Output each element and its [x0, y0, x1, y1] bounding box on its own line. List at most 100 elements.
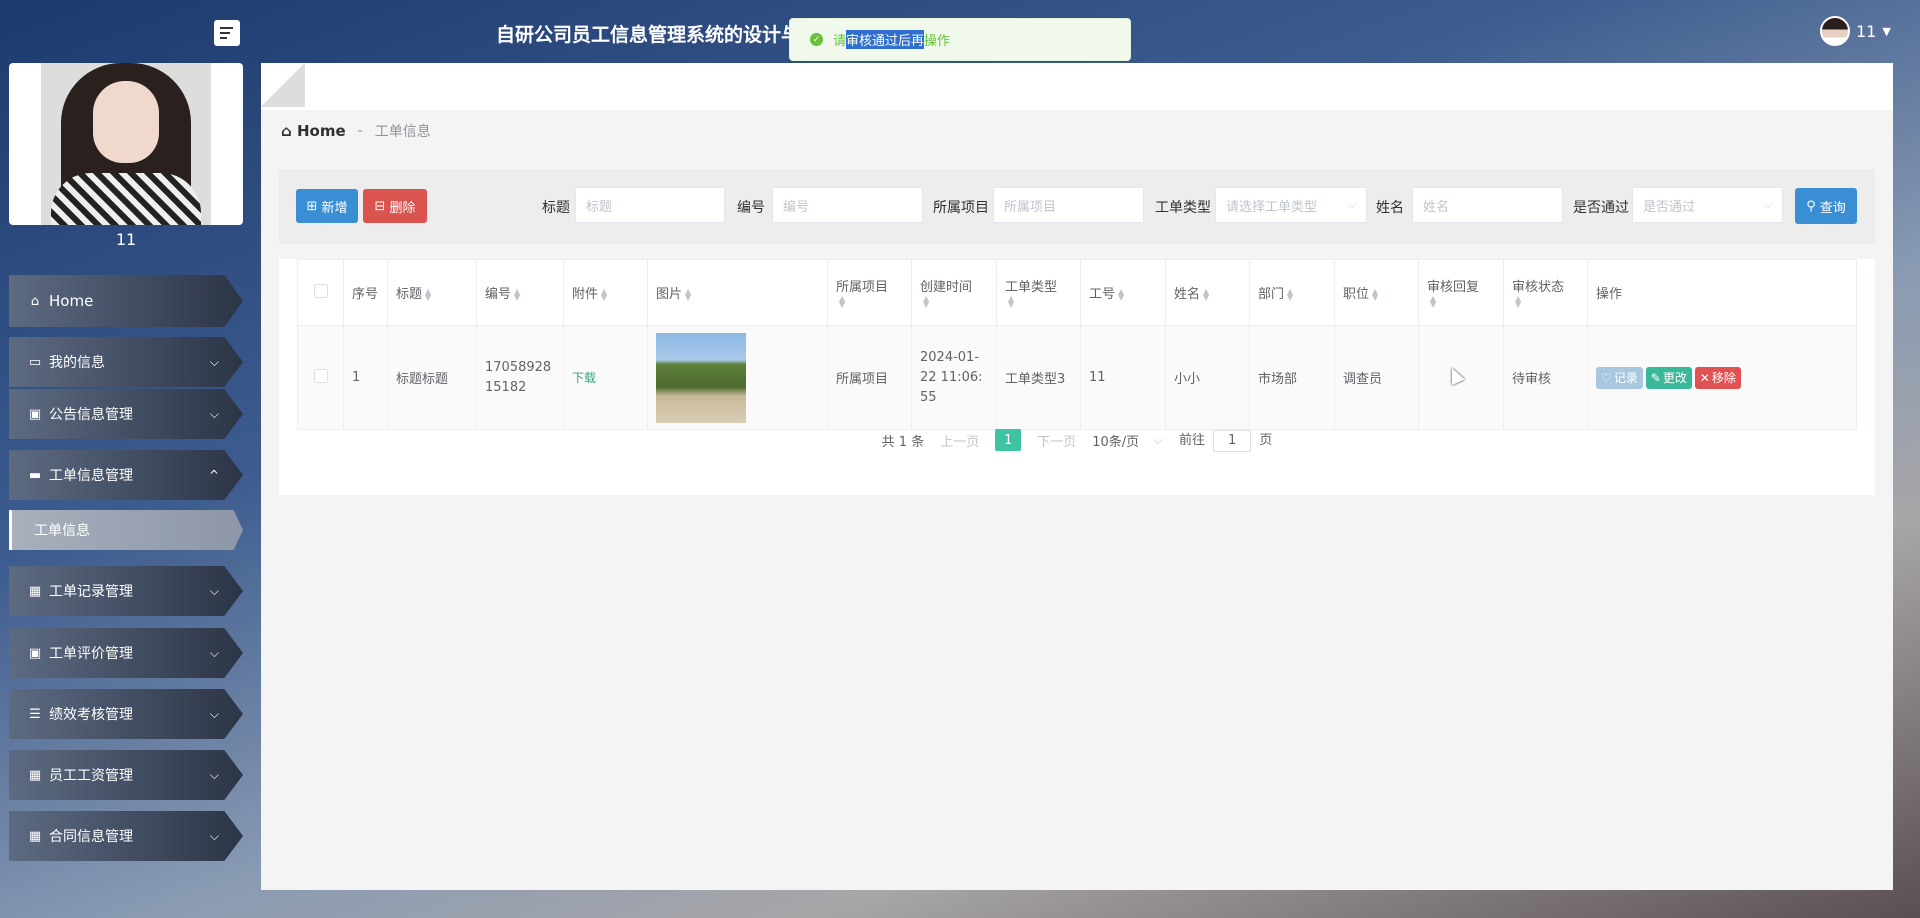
profile-name: 11 [115, 230, 137, 249]
title-label: 标题 [542, 200, 570, 216]
sidebar-item-label: 合同信息管理 [49, 829, 133, 845]
sidebar-item-home[interactable]: ⌂ Home [9, 275, 243, 327]
row-checkbox[interactable] [313, 368, 328, 383]
sort-icon: ▲ ▼ [923, 294, 930, 309]
plus-square-icon: ⊞ [306, 198, 318, 214]
column-header-sortable[interactable]: 工单类型 ▲ ▼ [996, 259, 1081, 326]
code-label: 编号 [737, 200, 765, 216]
sidebar-item-label: 工单评价管理 [49, 646, 133, 662]
record-button[interactable]: ♡ 记录 [1596, 366, 1643, 389]
query-button[interactable]: ⚲ 查询 [1795, 188, 1857, 224]
list-icon: ☰ [29, 706, 41, 722]
approved-select[interactable]: 是否通过 ⌵ [1632, 187, 1783, 223]
page-fold-decoration [261, 63, 305, 107]
user-menu[interactable]: 11 ▼ [1820, 16, 1891, 46]
edit-button[interactable]: ✎ 更改 [1645, 366, 1692, 389]
table-row: 1 标题标题 1705892815182 下载 所属项目 2024-01-22 … [297, 325, 1857, 430]
chevron-down-icon: ⌵ [209, 355, 219, 369]
id-card-icon: ▭ [28, 354, 42, 370]
profile-photo [9, 63, 243, 225]
sidebar-item-label: 员工工资管理 [49, 768, 133, 784]
cell-project: 所属项目 [827, 325, 912, 430]
type-select[interactable]: 请选择工单类型 ⌵ [1215, 187, 1367, 223]
page-number-current[interactable]: 1 [995, 429, 1022, 452]
cell-attachment: 下载 [563, 325, 648, 430]
remove-button[interactable]: ✕ 移除 [1694, 366, 1741, 389]
column-header: 操作 [1587, 259, 1857, 326]
download-link[interactable]: 下载 [572, 371, 596, 385]
chevron-up-icon: ^ [208, 468, 219, 482]
title-input[interactable]: 标题 [575, 187, 725, 223]
cell-index: 1 [343, 325, 388, 430]
cell-emp-no: 11 [1080, 325, 1166, 430]
sort-icon: ▲ ▼ [1118, 286, 1125, 302]
page-size-select[interactable]: 10条/页 ⌵ [1092, 431, 1163, 450]
sidebar-item-label: 工单记录管理 [49, 584, 133, 600]
column-header-sortable[interactable]: 审核回复 ▲ ▼ [1418, 259, 1504, 326]
breadcrumb: ⌂ Home - 工单信息 [281, 121, 431, 141]
column-header-sortable[interactable]: 标题 ▲ ▼ [387, 259, 477, 326]
sidebar-item-notice[interactable]: ▣ 公告信息管理 ⌵ [9, 389, 243, 439]
cell-status: 待审核 [1503, 325, 1588, 430]
column-header-sortable[interactable]: 部门 ▲ ▼ [1249, 259, 1335, 326]
name-input[interactable]: 姓名 [1412, 187, 1563, 223]
column-header-sortable[interactable]: 姓名 ▲ ▼ [1165, 259, 1250, 326]
sidebar-subitem-label: 工单信息 [34, 523, 90, 539]
toast-suffix: 操作 [924, 34, 951, 49]
sidebar-item-performance[interactable]: ☰ 绩效考核管理 ⌵ [9, 689, 243, 739]
cell-code: 1705892815182 [476, 325, 564, 430]
column-header-sortable[interactable]: 所属项目 ▲ ▼ [827, 259, 912, 326]
toast-selected-text: 审核通过后再 [846, 30, 925, 49]
thumbnail-image[interactable] [656, 332, 746, 423]
cell-dept: 市场部 [1249, 325, 1335, 430]
search-icon: ⚲ [1806, 198, 1816, 214]
comment-icon: ▬ [28, 467, 42, 483]
column-header-sortable[interactable]: 创建时间 ▲ ▼ [911, 259, 997, 326]
grid-icon: ▦ [28, 828, 42, 844]
sidebar-item-label: 公告信息管理 [49, 407, 133, 423]
column-header-sortable[interactable]: 审核状态 ▲ ▼ [1503, 259, 1588, 326]
breadcrumb-home[interactable]: ⌂ Home [281, 122, 346, 140]
system-title: 自研公司员工信息管理系统的设计与实 [496, 24, 820, 46]
clipboard-x-icon: ▣ [28, 645, 42, 661]
next-page-button[interactable]: 下一页 [1037, 431, 1076, 450]
success-icon: ✓ [810, 33, 823, 46]
approved-label: 是否通过 [1573, 200, 1629, 216]
sidebar-item-salary[interactable]: ▦ 员工工资管理 ⌵ [9, 750, 243, 800]
code-input[interactable]: 编号 [772, 187, 923, 223]
column-header-sortable[interactable]: 工号 ▲ ▼ [1080, 259, 1166, 326]
goto-page-input[interactable]: 1 [1213, 429, 1252, 452]
name-label: 姓名 [1376, 200, 1404, 216]
pagination-total: 共 1 条 [881, 434, 925, 450]
avatar [1820, 16, 1850, 46]
chevron-down-icon: ⌵ [1153, 432, 1164, 448]
delete-button[interactable]: ⊟ 删除 [363, 189, 427, 223]
type-label: 工单类型 [1155, 200, 1211, 216]
sidebar-item-contract[interactable]: ▦ 合同信息管理 ⌵ [9, 811, 243, 861]
breadcrumb-current: 工单信息 [374, 124, 431, 140]
column-header-sortable[interactable]: 编号 ▲ ▼ [476, 259, 564, 326]
column-header-sortable[interactable]: 图片 ▲ ▼ [647, 259, 828, 326]
cell-created: 2024-01-22 11:06:55 [911, 325, 997, 430]
select-all-header[interactable] [297, 259, 344, 326]
sidebar-item-workorder-review[interactable]: ▣ 工单评价管理 ⌵ [9, 628, 243, 678]
sort-icon: ▲ ▼ [425, 286, 432, 302]
sort-icon: ▲ ▼ [601, 286, 608, 302]
column-header-sortable[interactable]: 附件 ▲ ▼ [563, 259, 648, 326]
menu-toggle-button[interactable] [214, 20, 240, 46]
sort-icon: ▲ ▼ [1008, 294, 1015, 309]
sidebar-subitem-workorder-info[interactable]: 工单信息 [9, 510, 243, 550]
select-all-checkbox[interactable] [313, 283, 328, 298]
sidebar-item-workorder-record[interactable]: ▦ 工单记录管理 ⌵ [9, 566, 243, 616]
cell-type: 工单类型3 [996, 325, 1081, 430]
column-header-sortable[interactable]: 职位 ▲ ▼ [1334, 259, 1419, 326]
project-input[interactable]: 所属项目 [993, 187, 1144, 223]
sidebar-item-workorder[interactable]: ▬ 工单信息管理 ^ [9, 450, 243, 500]
sidebar-item-my-info[interactable]: ▭ 我的信息 ⌵ [9, 337, 243, 387]
top-bar: 自研公司员工信息管理系统的设计与实 ✓ 请审核通过后再 操作 11 ▼ [0, 0, 1920, 64]
chevron-down-icon: ⌵ [209, 707, 219, 721]
close-icon: ✕ [1699, 370, 1710, 385]
add-button[interactable]: ⊞ 新增 [296, 189, 358, 223]
prev-page-button[interactable]: 上一页 [940, 431, 979, 450]
pagination: 共 1 条 上一页 1 下一页 10条/页 ⌵ 前往 1 页 [279, 429, 1875, 452]
